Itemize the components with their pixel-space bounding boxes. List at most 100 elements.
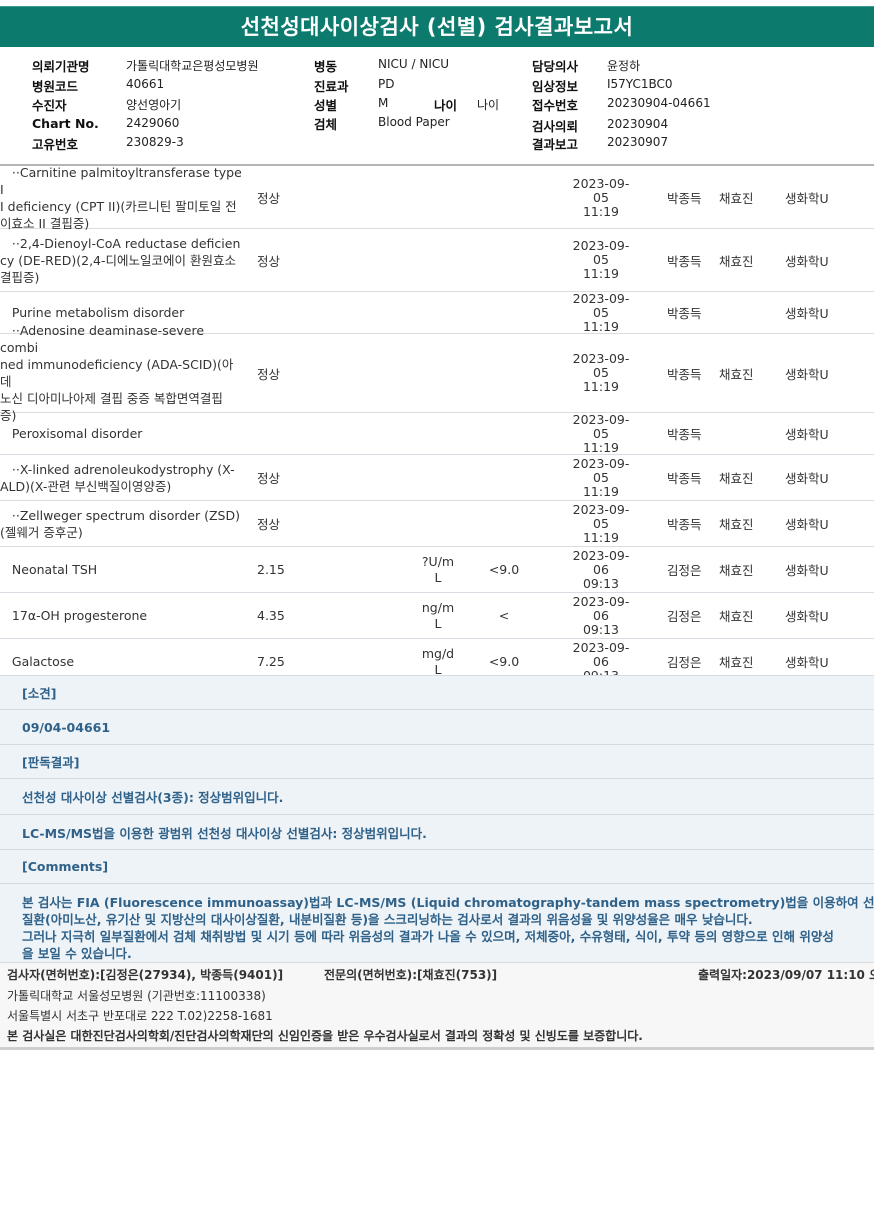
result-date: 2023-09-05 xyxy=(572,411,630,441)
interpretation-line: [Comments] xyxy=(0,850,874,884)
report-footer: 검사자(면허번호):[김정은(27934), 박종득(9401)] 전문의(면허… xyxy=(0,962,874,1050)
test-name-line: Purine metabolism disorder xyxy=(0,305,185,320)
footer-examiner: 검사자(면허번호):[김정은(27934), 박종득(9401)] xyxy=(7,968,284,982)
verifier-name: 채효진 xyxy=(719,609,754,624)
test-name: Peroxisomal disorder xyxy=(0,413,244,454)
test-unit xyxy=(418,455,458,500)
result-time: 11:19 xyxy=(582,203,620,219)
verifier-name: 채효진 xyxy=(719,471,754,486)
result-time: 11:19 xyxy=(582,483,620,499)
examiner-name: 박종득 xyxy=(667,253,702,269)
test-result: 정상 xyxy=(257,191,281,206)
lab-department: 생화학U xyxy=(785,563,829,578)
verifier-name: 채효진 xyxy=(719,517,754,532)
test-name: ··Zellweger spectrum disorder (ZSD) (젤웨거 … xyxy=(0,501,244,546)
result-time: 11:19 xyxy=(582,266,620,281)
result-date: 2023-09-05 xyxy=(572,238,630,267)
label-hospital-code: 병원코드 xyxy=(32,79,79,94)
reference-range xyxy=(484,292,524,333)
test-name-line: ··2,4-Dienoyl-CoA reductase deficien xyxy=(0,235,241,251)
result-date: 2023-09-06 xyxy=(572,639,630,669)
test-result: 정상 xyxy=(257,471,281,486)
label-age: 나이 xyxy=(434,98,458,113)
result-datetime: 2023-09-05 11:19 xyxy=(566,501,636,546)
comment-line: 질환(아미노산, 유기산 및 지방산의 대사이상질환, 내분비질환 등)을 스크… xyxy=(22,912,753,927)
result-datetime: 2023-09-05 11:19 xyxy=(566,290,636,334)
result-time: 11:19 xyxy=(582,529,620,545)
table-row: ··Carnitine palmitoyltransferase type II… xyxy=(0,165,874,231)
test-unit xyxy=(418,501,458,546)
value-age: 나이 xyxy=(477,98,500,112)
value-sex: M xyxy=(378,96,389,110)
reference-range xyxy=(484,334,524,412)
label-receipt-no: 접수번호 xyxy=(532,98,579,113)
verifier-name: 채효진 xyxy=(719,191,754,206)
reference-range xyxy=(484,501,524,546)
label-request-date: 검사의뢰 xyxy=(532,119,579,134)
result-time: 11:19 xyxy=(582,439,620,455)
result-time: 09:13 xyxy=(582,621,620,637)
patient-info-header: 의뢰기관명 가톨릭대학교은평성모병원 병원코드 40661 수진자 양선영아기 … xyxy=(0,54,874,164)
examiner-name: 박종득 xyxy=(667,306,702,321)
test-unit xyxy=(418,292,458,333)
footer-print-date: 출력일자:2023/09/07 11:10 오전 xyxy=(698,968,874,982)
table-row: ··Zellweger spectrum disorder (ZSD) (젤웨거 … xyxy=(0,501,874,547)
reference-range: < xyxy=(498,608,510,623)
test-name-line: Galactose xyxy=(0,654,75,669)
test-result: 정상 xyxy=(257,253,281,269)
test-name: ··Carnitine palmitoyltransferase type II… xyxy=(0,165,244,231)
table-row: Neonatal TSH 2.15 ?U/m L <9.0 2023-09-06 09:13… xyxy=(0,547,874,593)
label-specimen: 검체 xyxy=(314,117,338,132)
examiner-name: 김정은 xyxy=(667,563,702,578)
examiner-name: 김정은 xyxy=(667,609,702,624)
label-department: 진료과 xyxy=(314,79,349,94)
test-name-line: 17α-OH progesterone xyxy=(0,608,148,623)
result-datetime: 2023-09-05 11:19 xyxy=(566,334,636,412)
value-patient: 양선영아기 xyxy=(126,98,182,112)
result-datetime: 2023-09-05 11:19 xyxy=(566,455,636,500)
value-chart-no: 2429060 xyxy=(126,116,180,130)
lab-department: 생화학U xyxy=(785,253,829,269)
lab-department: 생화학U xyxy=(785,306,829,321)
test-result: 정상 xyxy=(257,517,281,532)
result-time: 11:19 xyxy=(582,318,620,334)
reference-range xyxy=(484,455,524,500)
interpretation-line: 선천성 대사이상 선별검사(3종): 정상범위입니다. xyxy=(0,779,874,815)
verifier-name: 채효진 xyxy=(719,563,754,578)
test-name-line: I deficiency (CPT II)(카르니틴 팔미토일 전 xyxy=(0,198,237,214)
test-name: Neonatal TSH xyxy=(0,547,244,592)
test-name: ··2,4-Dienoyl-CoA reductase deficien cy (… xyxy=(0,229,244,291)
value-specimen: Blood Paper xyxy=(378,115,450,129)
footer-specialist: 전문의(면허번호):[채효진(753)] xyxy=(324,968,498,982)
result-time: 09:13 xyxy=(582,575,620,591)
result-date: 2023-09-05 xyxy=(572,290,630,320)
test-result: 2.15 xyxy=(257,562,285,577)
reference-range xyxy=(484,167,524,228)
comment-line: 을 보일 수 있습니다. xyxy=(22,946,132,961)
result-datetime: 2023-09-05 11:19 xyxy=(566,229,636,291)
test-name: ··Adenosine deaminase-severe combi ned im… xyxy=(0,323,244,423)
examiner-name: 박종득 xyxy=(667,427,702,442)
test-result: 정상 xyxy=(257,366,281,382)
interpretation-section: [소견] 09/04-04661 [판독결과] 선천성 대사이상 선별검사(3종): … xyxy=(0,675,874,969)
test-unit: ng/m L xyxy=(421,599,455,631)
verifier-name: 채효진 xyxy=(719,366,754,382)
examiner-name: 박종득 xyxy=(667,191,702,206)
footer-address: 서울특별시 서초구 반포대로 222 T.02)2258-1681 xyxy=(7,1009,273,1023)
label-chart-no: Chart No. xyxy=(32,116,99,131)
test-name-line: ··Adenosine deaminase-severe combi xyxy=(0,323,205,355)
test-name: ··X-linked adrenoleukodystrophy (X- ALD)(… xyxy=(0,455,244,500)
test-result: 4.35 xyxy=(257,608,285,623)
result-date: 2023-09-06 xyxy=(572,593,630,623)
lab-department: 생화학U xyxy=(785,517,829,532)
result-datetime: 2023-09-05 11:19 xyxy=(566,411,636,455)
label-ward: 병동 xyxy=(314,59,338,74)
test-name-line: 결핍증) xyxy=(0,269,40,285)
reference-range: <9.0 xyxy=(488,562,520,577)
interpretation-line: [판독결과] xyxy=(0,745,874,779)
test-unit xyxy=(418,413,458,454)
reference-range xyxy=(484,229,524,291)
value-clinical-info: I57YC1BC0 xyxy=(607,77,673,91)
examiner-name: 박종득 xyxy=(667,517,702,532)
table-row: Peroxisomal disorder 2023-09-05 11:19 박종득 생화… xyxy=(0,411,874,455)
